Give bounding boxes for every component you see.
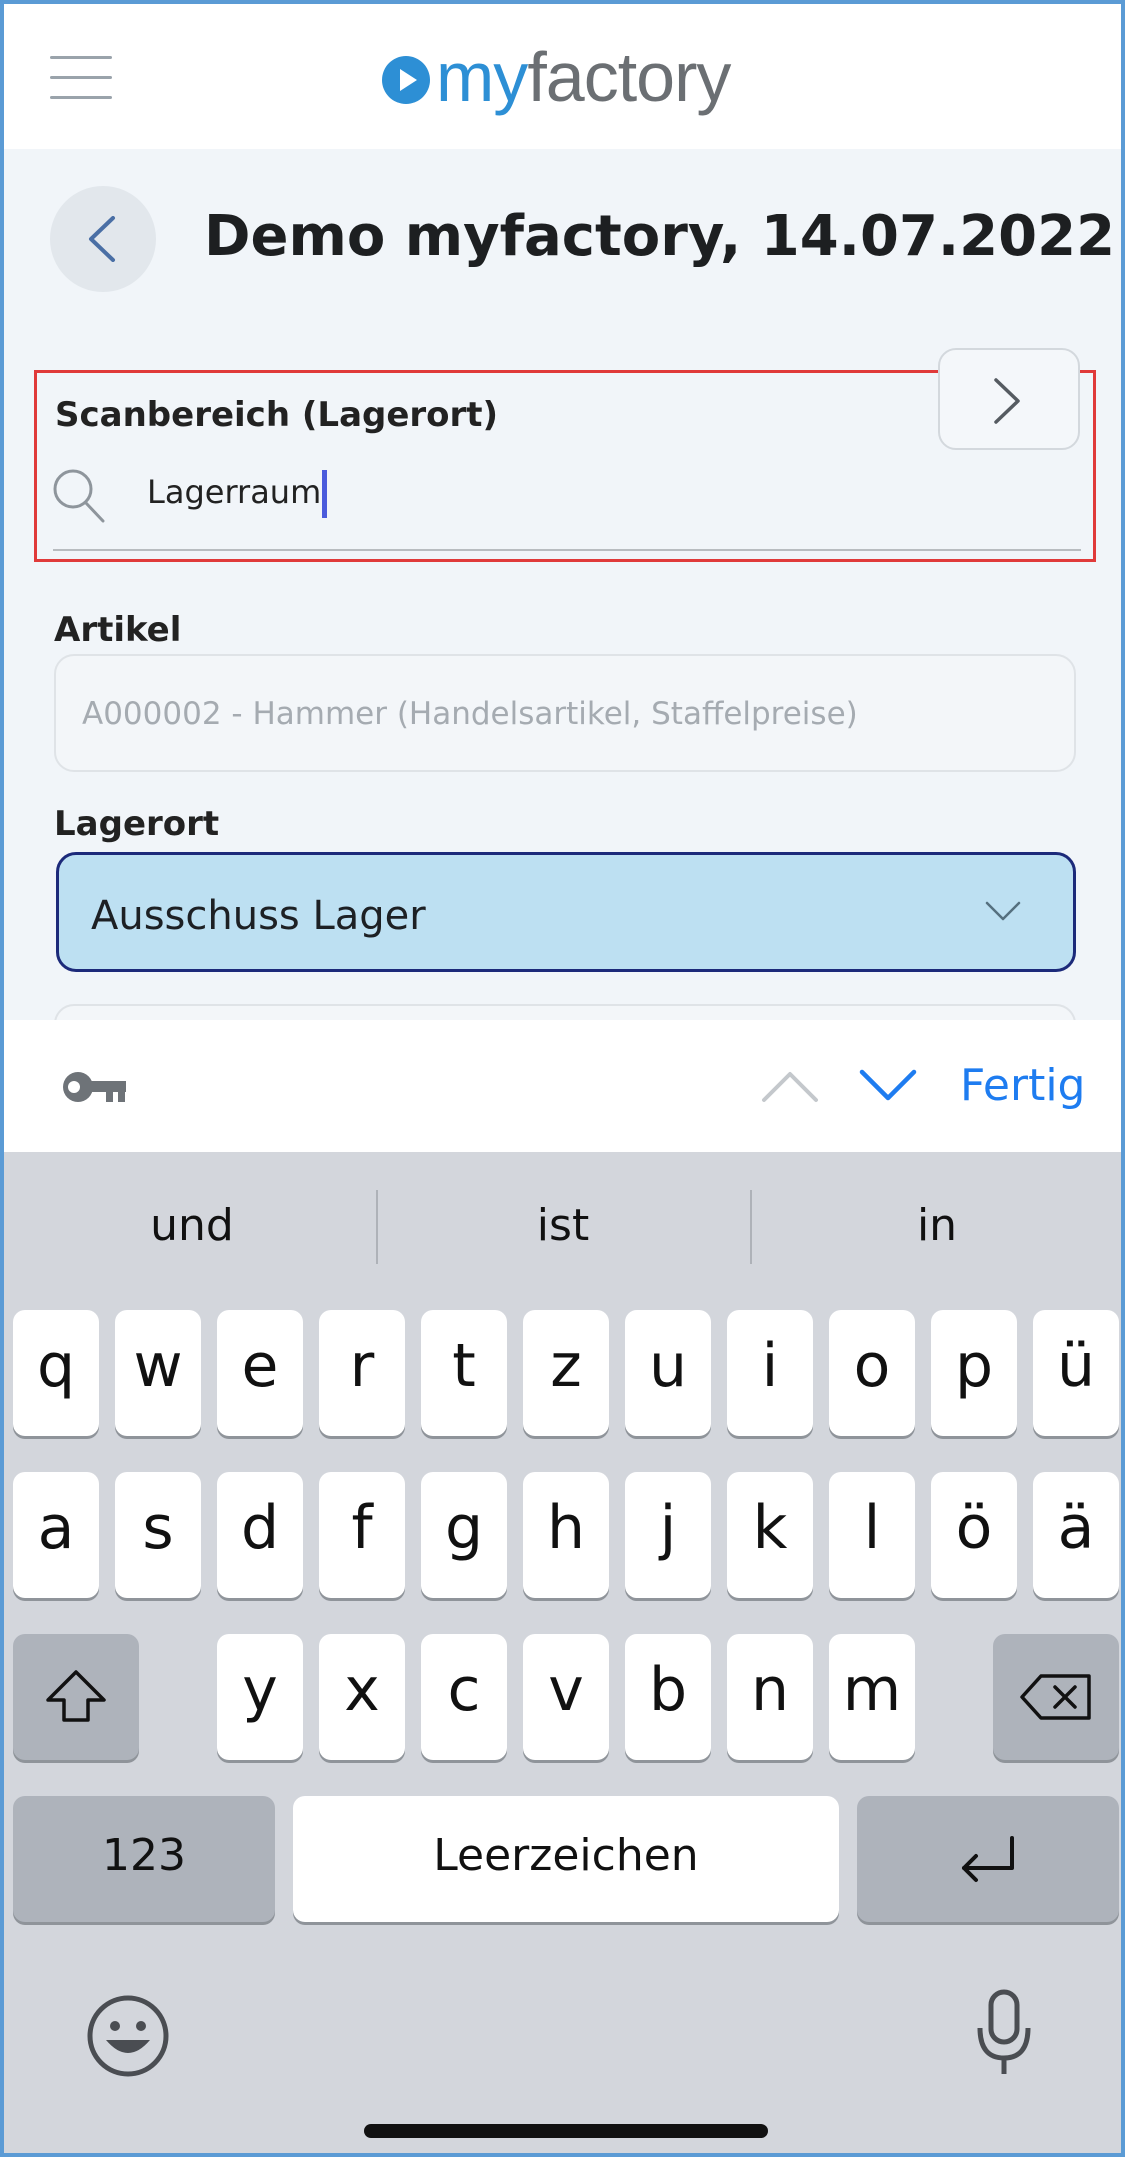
key-n[interactable]: n [727,1634,813,1760]
scan-area-label: Scanbereich (Lagerort) [55,395,499,435]
key-p[interactable]: p [931,1310,1017,1436]
emoji-icon[interactable] [86,1994,170,2078]
key-e[interactable]: e [217,1310,303,1436]
key-r[interactable]: r [319,1310,405,1436]
logo-text-my: my [436,38,528,116]
chevron-right-icon [994,378,1020,424]
key-z[interactable]: z [523,1310,609,1436]
return-icon [962,1836,1014,1882]
key-w[interactable]: w [115,1310,201,1436]
artikel-field: A000002 - Hammer (Handelsartikel, Staffe… [54,654,1076,772]
page-title: Demo myfactory, 14.07.2022 [204,204,1116,269]
key-ue[interactable]: ü [1033,1310,1119,1436]
chevron-down-icon[interactable] [858,1060,918,1110]
backspace-icon [1020,1674,1091,1720]
suggestion-1[interactable]: und [7,1200,377,1251]
lagerort-selected-value: Ausschuss Lager [91,893,426,939]
shift-icon [46,1670,106,1722]
key-icon[interactable] [60,1068,128,1106]
scan-area[interactable]: Scanbereich (Lagerort) Lagerraum [34,370,1096,562]
app-frame: my factory Demo myfactory, 14.07.2022 Sca… [0,0,1125,2157]
key-ae[interactable]: ä [1033,1472,1119,1598]
shift-key[interactable] [13,1634,139,1760]
key-b[interactable]: b [625,1634,711,1760]
numbers-key[interactable]: 123 [13,1796,275,1922]
lagerort-label: Lagerort [54,804,220,844]
key-l[interactable]: l [829,1472,915,1598]
home-indicator [364,2124,768,2138]
backspace-key[interactable] [993,1634,1119,1760]
logo-text-factory: factory [527,38,731,116]
suggestion-2[interactable]: ist [378,1200,748,1251]
key-c[interactable]: c [421,1634,507,1760]
key-f[interactable]: f [319,1472,405,1598]
scan-input-underline [53,549,1081,551]
artikel-label: Artikel [54,610,182,650]
key-t[interactable]: t [421,1310,507,1436]
microphone-icon[interactable] [974,1988,1034,2080]
key-h[interactable]: h [523,1472,609,1598]
key-q[interactable]: q [13,1310,99,1436]
suggestion-3[interactable]: in [752,1200,1121,1251]
key-k[interactable]: k [727,1472,813,1598]
hamburger-icon[interactable] [50,56,112,100]
chevron-down-icon [985,901,1021,921]
key-d[interactable]: d [217,1472,303,1598]
text-cursor [322,470,327,518]
done-button[interactable]: Fertig [960,1060,1085,1111]
key-a[interactable]: a [13,1472,99,1598]
key-s[interactable]: s [115,1472,201,1598]
key-m[interactable]: m [829,1634,915,1760]
top-bar: my factory [4,4,1121,149]
space-key[interactable]: Leerzeichen [293,1796,839,1922]
chevron-left-icon [89,216,115,262]
app-logo: my factory [382,32,731,122]
key-oe[interactable]: ö [931,1472,1017,1598]
play-logo-icon [382,56,430,104]
return-key[interactable] [857,1796,1119,1922]
key-j[interactable]: j [625,1472,711,1598]
key-y[interactable]: y [217,1634,303,1760]
lagerort-select[interactable]: Ausschuss Lager [56,852,1076,972]
key-i[interactable]: i [727,1310,813,1436]
search-icon [53,469,105,523]
key-g[interactable]: g [421,1472,507,1598]
keyboard-toolbar: Fertig [4,1020,1121,1152]
key-x[interactable]: x [319,1634,405,1760]
key-u[interactable]: u [625,1310,711,1436]
scan-input[interactable]: Lagerraum [147,473,321,511]
next-button[interactable] [938,348,1080,450]
back-button[interactable] [50,186,156,292]
chevron-up-icon[interactable] [760,1062,820,1112]
keyboard: und ist in q w e r t z u i o p ü a s d f… [4,1152,1121,2153]
artikel-value: A000002 - Hammer (Handelsartikel, Staffe… [82,696,858,732]
key-v[interactable]: v [523,1634,609,1760]
key-o[interactable]: o [829,1310,915,1436]
